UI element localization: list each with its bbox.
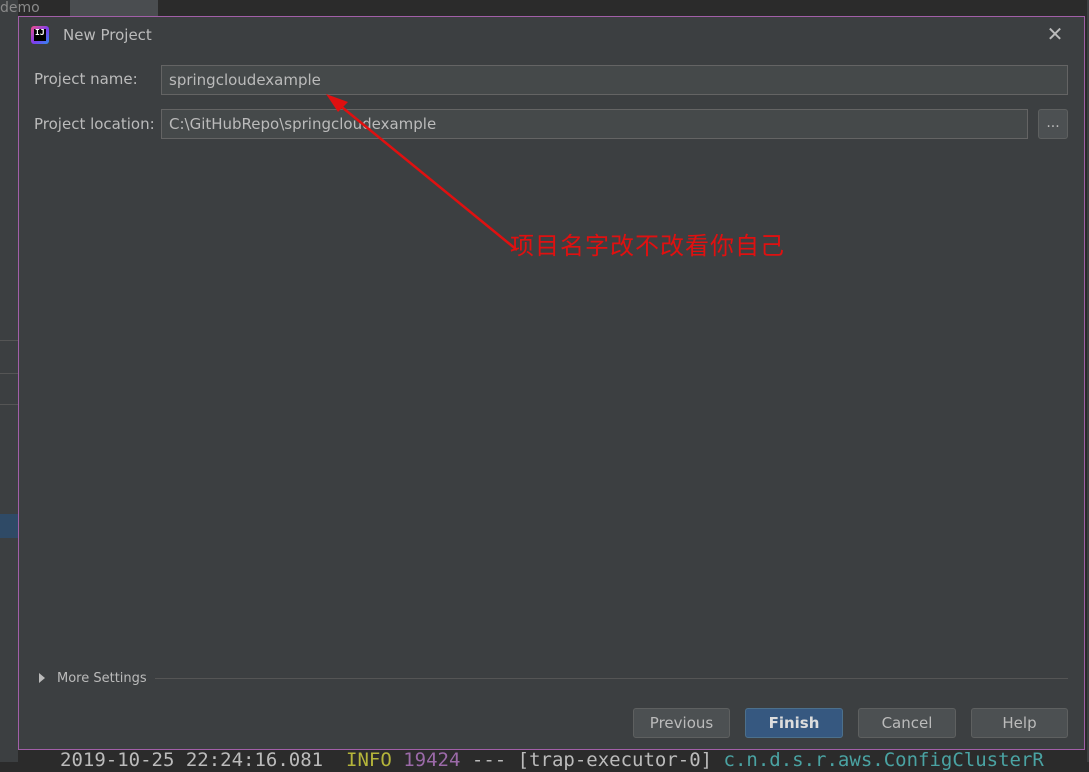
annotation-text: 项目名字改不改看你自己: [510, 232, 785, 260]
annotation-arrow: [326, 94, 518, 251]
